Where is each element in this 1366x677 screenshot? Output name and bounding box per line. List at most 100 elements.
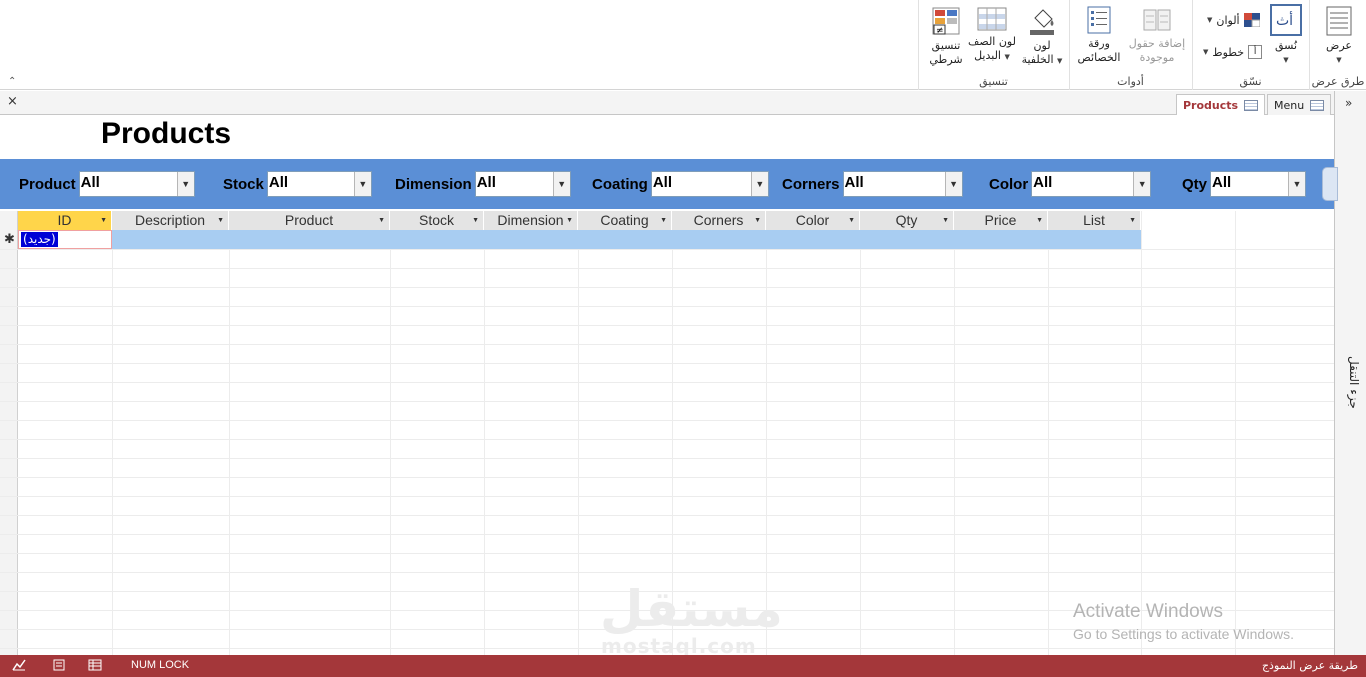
chevron-down-icon[interactable]: ▼ [750, 172, 768, 196]
themes-button[interactable]: أث نُسق ▼ [1267, 4, 1305, 67]
fonts-button[interactable]: أ خطوط ▼ [1203, 45, 1263, 59]
filter-dimension-value: All [476, 174, 496, 191]
column-dropdown-icon[interactable]: ▼ [472, 211, 479, 230]
layout-view-icon[interactable] [12, 659, 26, 671]
activation-subtitle: Go to Settings to activate Windows. [1073, 626, 1294, 642]
column-header-label: Qty [895, 212, 918, 228]
products-form: Products Product All ▼ Stock All ▼ Dimen… [0, 115, 1338, 655]
colors-dropdown-icon[interactable]: ▼ [1207, 16, 1212, 24]
column-header-color[interactable]: Color ▼ [766, 211, 860, 230]
filter-qty-combo[interactable]: All ▼ [1210, 171, 1307, 197]
grid-column-line [1048, 211, 1049, 655]
chevron-down-icon[interactable]: ▼ [353, 172, 371, 196]
colors-button[interactable]: ألوان ▼ [1207, 13, 1260, 27]
filter-coating-combo[interactable]: All ▼ [650, 171, 769, 197]
chevron-down-icon[interactable]: ▼ [1133, 172, 1151, 196]
filter-corners-combo[interactable]: All ▼ [842, 171, 963, 197]
background-color-button[interactable]: لون الخلفية ▼ [1019, 6, 1065, 68]
ribbon-group-label-formatting: تنسيق [979, 75, 1008, 88]
column-header-label: ID [57, 212, 72, 228]
view-label: عرض [1326, 39, 1352, 52]
form-icon [1310, 99, 1325, 111]
column-dropdown-icon[interactable]: ▼ [1129, 211, 1136, 230]
expand-nav-pane-icon[interactable]: » [1345, 96, 1352, 110]
column-dropdown-icon[interactable]: ▼ [378, 211, 385, 230]
form-view-icon[interactable] [52, 659, 66, 671]
datasheet-view-icon[interactable] [88, 659, 102, 671]
svg-text:أث: أث [1276, 11, 1293, 29]
view-dropdown-icon[interactable]: ▼ [1318, 53, 1360, 67]
view-button[interactable]: عرض ▼ [1318, 6, 1360, 67]
filter-stock-value: All [268, 174, 289, 191]
tab-products-label: Products [1183, 99, 1239, 112]
filter-corners-label: Corners [782, 175, 840, 193]
column-header-stock[interactable]: Stock ▼ [390, 211, 484, 230]
filter-color-label: Color [989, 175, 1029, 193]
grid-row-line [0, 515, 1334, 516]
column-dropdown-icon[interactable]: ▼ [754, 211, 761, 230]
column-header-id[interactable]: ID ▼ [18, 211, 112, 230]
filter-product-combo[interactable]: All ▼ [78, 171, 195, 197]
chevron-down-icon[interactable]: ▼ [552, 172, 570, 196]
column-dropdown-icon[interactable]: ▼ [942, 211, 949, 230]
grid-row-line [0, 401, 1334, 402]
column-header-product[interactable]: Product ▼ [229, 211, 390, 230]
column-dropdown-icon[interactable]: ▼ [660, 211, 667, 230]
alternate-row-color-button[interactable]: لون الصف البديل ▼ [967, 6, 1017, 64]
chevron-down-icon[interactable]: ▼ [1288, 172, 1306, 196]
column-header-corners[interactable]: Corners ▼ [672, 211, 766, 230]
column-header-dimension[interactable]: Dimension ▼ [484, 211, 578, 230]
new-record-id-cell[interactable]: (جديد) [18, 230, 112, 249]
grid-row-line [0, 325, 1334, 326]
property-sheet-button[interactable]: ورقة الخصائص [1074, 6, 1124, 65]
grid-row-line [0, 496, 1334, 497]
ribbon-group-themes: ألوان ▼ أ خطوط ▼ أث نُسق ▼ نسّق [1192, 0, 1308, 90]
grid-row-line [0, 363, 1334, 364]
nav-pane-label[interactable]: جزء التنقل [1341, 356, 1361, 409]
tab-products[interactable]: Products [1176, 94, 1266, 116]
column-dropdown-icon[interactable]: ▼ [566, 211, 573, 230]
column-header-label: Corners [693, 212, 744, 228]
record-selector-column[interactable] [0, 211, 18, 655]
column-header-description[interactable]: Description ▼ [112, 211, 229, 230]
column-header-price[interactable]: Price ▼ [954, 211, 1048, 230]
numlock-indicator: NUM LOCK [131, 659, 190, 671]
svg-text:≠: ≠ [936, 26, 944, 36]
filter-qty: Qty All ▼ [1182, 170, 1307, 198]
fonts-label: خطوط [1212, 45, 1245, 59]
tab-menu[interactable]: Menu [1267, 94, 1332, 115]
close-document-icon[interactable]: × [7, 94, 18, 109]
chevron-down-icon[interactable]: ▼ [176, 172, 194, 196]
column-dropdown-icon[interactable]: ▼ [1036, 211, 1043, 230]
search-button[interactable] [1322, 167, 1338, 201]
add-existing-fields-button[interactable]: إضافة حقول موجودة [1126, 6, 1188, 65]
filter-dimension-combo[interactable]: All ▼ [474, 171, 571, 197]
filter-color-value: All [1033, 174, 1053, 191]
grid-row-line [0, 477, 1334, 478]
column-dropdown-icon[interactable]: ▼ [217, 211, 224, 230]
property-sheet-icon [1087, 6, 1111, 34]
alternate-row-color-dropdown-icon[interactable]: ▼ [1005, 53, 1010, 61]
filter-color-combo[interactable]: All ▼ [1031, 171, 1152, 197]
column-header-label: Price [984, 212, 1017, 228]
grid-row-line [0, 306, 1334, 307]
fonts-dropdown-icon[interactable]: ▼ [1203, 48, 1208, 56]
column-header-coating[interactable]: Coating ▼ [578, 211, 672, 230]
column-header-qty[interactable]: Qty ▼ [860, 211, 954, 230]
filter-stock-combo[interactable]: All ▼ [266, 171, 372, 197]
column-header-list[interactable]: List ▼ [1048, 211, 1141, 230]
background-color-dropdown-icon[interactable]: ▼ [1057, 57, 1062, 65]
column-dropdown-icon[interactable]: ▼ [848, 211, 855, 230]
chevron-down-icon[interactable]: ▼ [944, 172, 962, 196]
new-record-row[interactable] [18, 230, 1141, 249]
collapse-ribbon-icon[interactable]: ⌃ [8, 76, 16, 87]
column-dropdown-icon[interactable]: ▼ [100, 211, 107, 230]
grid-column-line [229, 211, 230, 655]
themes-dropdown-icon[interactable]: ▼ [1267, 53, 1305, 67]
conditional-formatting-button[interactable]: ≠ تنسيق شرطي [923, 6, 969, 67]
filter-corners-value: All [844, 174, 864, 191]
document-tabs-bar: × Products Menu [0, 91, 1334, 116]
filter-dimension: Dimension All ▼ [395, 170, 571, 198]
grid-row-line [0, 420, 1334, 421]
column-header-label: Description [134, 212, 206, 228]
